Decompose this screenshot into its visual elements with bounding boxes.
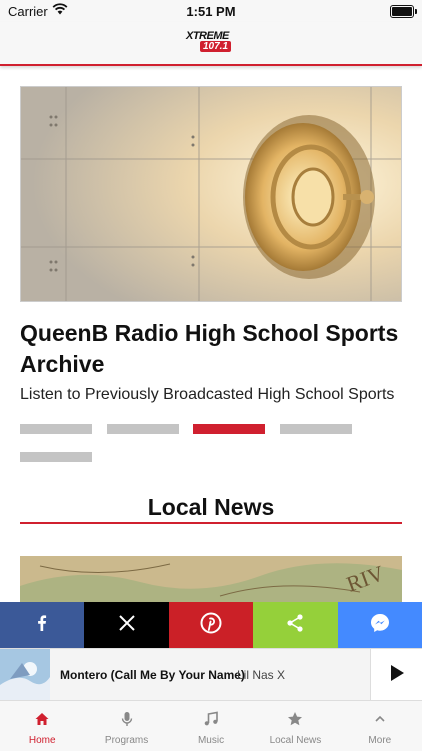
play-icon xyxy=(389,664,405,687)
tab-label: Home xyxy=(28,735,56,746)
status-bar: Carrier 1:51 PM xyxy=(0,0,422,22)
share-icon xyxy=(285,613,305,638)
clock: 1:51 PM xyxy=(186,4,236,19)
music-note-icon xyxy=(169,711,253,729)
facebook-icon xyxy=(32,613,52,638)
carousel-dot[interactable] xyxy=(20,424,92,434)
carousel-dot[interactable] xyxy=(20,452,92,462)
section-divider xyxy=(20,522,402,524)
star-icon xyxy=(253,711,337,729)
featured-subtitle: Listen to Previously Broadcasted High Sc… xyxy=(20,386,395,403)
tab-programs[interactable]: Programs xyxy=(84,701,168,751)
x-share-button[interactable] xyxy=(84,602,169,648)
tab-home[interactable]: Home xyxy=(0,701,84,751)
tab-bar: Home Programs Music Local News More xyxy=(0,700,422,751)
tab-label: Music xyxy=(197,735,225,746)
messenger-share-button[interactable] xyxy=(337,602,422,648)
share-button[interactable] xyxy=(253,602,338,648)
tab-label: Local News xyxy=(269,735,322,746)
share-bar xyxy=(0,602,422,648)
chevron-up-icon xyxy=(338,711,422,729)
messenger-icon xyxy=(369,612,391,639)
carousel-dot-active[interactable] xyxy=(193,424,265,434)
carousel-dot[interactable] xyxy=(107,424,179,434)
facebook-share-button[interactable] xyxy=(0,602,85,648)
map-image: RIV xyxy=(20,556,402,606)
x-icon xyxy=(117,613,137,638)
home-icon xyxy=(0,711,84,729)
pinterest-icon xyxy=(200,612,222,639)
featured-image[interactable] xyxy=(20,86,402,302)
tab-local-news[interactable]: Local News xyxy=(253,701,337,751)
tab-label: Programs xyxy=(104,735,149,746)
section-title: Local News xyxy=(147,494,275,520)
tab-music[interactable]: Music xyxy=(169,701,253,751)
now-playing-title: Montero (Call Me By Your Name) xyxy=(60,668,245,682)
tab-more[interactable]: More xyxy=(338,701,422,751)
album-art xyxy=(0,649,50,701)
vault-door-image xyxy=(21,87,401,301)
tab-label: More xyxy=(368,735,392,746)
microphone-icon xyxy=(84,711,168,729)
play-button[interactable] xyxy=(370,649,422,701)
now-playing-bar[interactable]: Montero (Call Me By Your Name) Lil Nas X xyxy=(0,648,422,701)
news-item-image[interactable]: RIV xyxy=(20,556,402,606)
battery-icon xyxy=(390,5,417,18)
app-header: XTREME 107.1 xyxy=(0,22,422,66)
pinterest-share-button[interactable] xyxy=(168,602,254,648)
featured-title[interactable]: QueenB Radio High School Sports Archive xyxy=(20,318,402,380)
logo-frequency: 107.1 xyxy=(200,41,232,52)
now-playing-artist: Lil Nas X xyxy=(237,668,286,682)
carousel-dot[interactable] xyxy=(280,424,352,434)
station-logo[interactable]: XTREME 107.1 xyxy=(186,30,236,54)
